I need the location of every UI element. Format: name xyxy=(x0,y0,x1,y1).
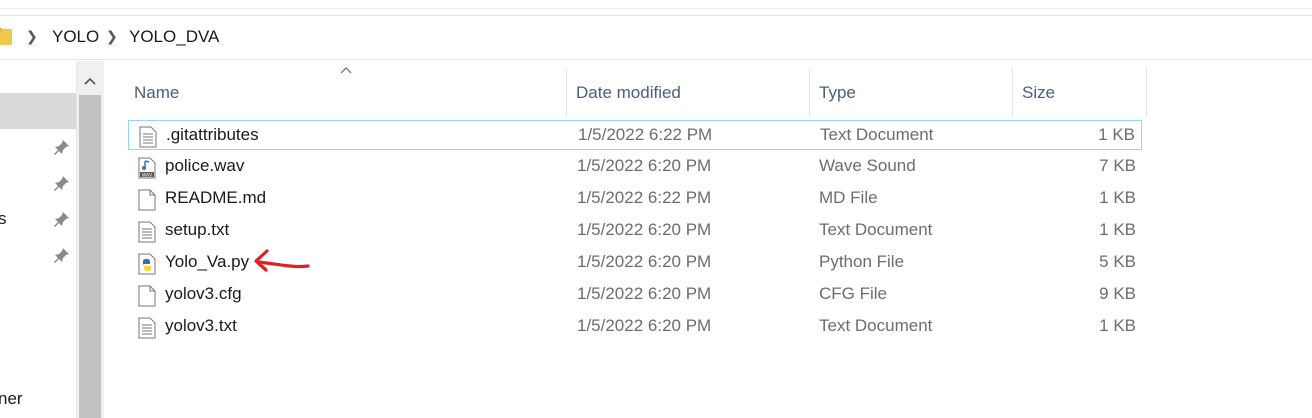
navigation-pane: s ner xyxy=(0,61,76,418)
file-type: MD File xyxy=(819,188,878,207)
svg-text:WAV: WAV xyxy=(142,172,153,178)
file-list: Name Date modified Type Size .gitattribu… xyxy=(104,61,1312,418)
scroll-up-button[interactable] xyxy=(78,69,102,93)
file-row[interactable]: yolov3.cfg 1/5/2022 6:20 PM CFG File 9 K… xyxy=(128,280,1142,310)
file-type: Python File xyxy=(819,252,905,271)
breadcrumb-item-yolo-dva[interactable]: YOLO_DVA xyxy=(129,27,219,47)
folder-icon xyxy=(0,28,12,45)
file-size: 5 KB xyxy=(1099,252,1136,271)
file-size: 1 KB xyxy=(1099,188,1136,207)
column-header-label: Type xyxy=(819,83,856,102)
file-type: Text Document xyxy=(819,316,933,335)
file-size: 1 KB xyxy=(1099,316,1136,335)
file-type: CFG File xyxy=(819,284,887,303)
file-row[interactable]: yolov3.txt 1/5/2022 6:20 PM Text Documen… xyxy=(128,312,1142,342)
nav-item-selected[interactable] xyxy=(0,93,76,129)
pin-icon[interactable] xyxy=(54,175,70,191)
pin-icon[interactable] xyxy=(54,211,70,227)
address-bar[interactable]: ❯ YOLO ❯ YOLO_DVA xyxy=(0,16,1312,60)
pin-icon[interactable] xyxy=(54,247,70,263)
file-size: 1 KB xyxy=(1098,125,1135,144)
ribbon-edge xyxy=(0,0,1312,16)
file-name: .gitattributes xyxy=(166,125,259,144)
file-name: README.md xyxy=(165,188,267,207)
file-name: yolov3.cfg xyxy=(165,284,242,303)
nav-scrollbar[interactable] xyxy=(76,61,104,418)
scrollbar-thumb[interactable] xyxy=(79,95,101,418)
file-row[interactable]: setup.txt 1/5/2022 6:20 PM Text Document… xyxy=(128,216,1142,246)
wav-file-icon: WAV xyxy=(138,157,156,179)
chevron-right-icon[interactable]: ❯ xyxy=(26,28,38,45)
file-date: 1/5/2022 6:20 PM xyxy=(577,316,712,335)
chevron-right-icon[interactable]: ❯ xyxy=(106,28,118,45)
column-header-date[interactable]: Date modified xyxy=(566,69,809,117)
file-row[interactable]: .gitattributes 1/5/2022 6:22 PM Text Doc… xyxy=(128,120,1142,150)
file-type: Text Document xyxy=(820,125,934,144)
blank-file-icon xyxy=(138,189,156,211)
file-row[interactable]: WAV police.wav 1/5/2022 6:20 PM Wave Sou… xyxy=(128,152,1142,182)
file-name: police.wav xyxy=(165,156,245,175)
pin-icon[interactable] xyxy=(54,139,70,155)
file-date: 1/5/2022 6:20 PM xyxy=(577,220,712,239)
column-header-label: Date modified xyxy=(576,83,681,102)
breadcrumb-item-yolo[interactable]: YOLO xyxy=(52,27,99,47)
file-name: Yolo_Va.py xyxy=(165,252,250,271)
annotation-arrow-icon xyxy=(254,249,310,272)
text-file-icon xyxy=(138,317,156,339)
file-size: 9 KB xyxy=(1099,284,1136,303)
file-date: 1/5/2022 6:20 PM xyxy=(577,252,712,271)
column-header-name[interactable]: Name xyxy=(124,69,566,117)
file-name: yolov3.txt xyxy=(165,316,237,335)
text-file-icon xyxy=(138,221,156,243)
file-name: setup.txt xyxy=(165,220,230,239)
file-date: 1/5/2022 6:20 PM xyxy=(577,156,712,175)
nav-item-label[interactable]: s xyxy=(0,209,7,229)
nav-item-label[interactable]: ner xyxy=(0,389,23,409)
blank-file-icon xyxy=(138,285,156,307)
column-header-label: Size xyxy=(1022,83,1056,102)
column-header-label: Name xyxy=(134,83,180,102)
text-file-icon xyxy=(139,126,157,148)
file-type: Text Document xyxy=(819,220,933,239)
file-date: 1/5/2022 6:22 PM xyxy=(577,188,712,207)
file-size: 7 KB xyxy=(1099,156,1136,175)
column-header-size[interactable]: Size xyxy=(1012,69,1146,117)
file-size: 1 KB xyxy=(1099,220,1136,239)
chevron-up-icon xyxy=(84,77,96,85)
file-type: Wave Sound xyxy=(819,156,916,175)
python-file-icon xyxy=(138,253,156,275)
column-header-type[interactable]: Type xyxy=(809,69,1012,117)
file-date: 1/5/2022 6:20 PM xyxy=(577,284,712,303)
file-row[interactable]: README.md 1/5/2022 6:22 PM MD File 1 KB xyxy=(128,184,1142,214)
file-date: 1/5/2022 6:22 PM xyxy=(578,125,713,144)
column-divider[interactable] xyxy=(1146,69,1147,117)
